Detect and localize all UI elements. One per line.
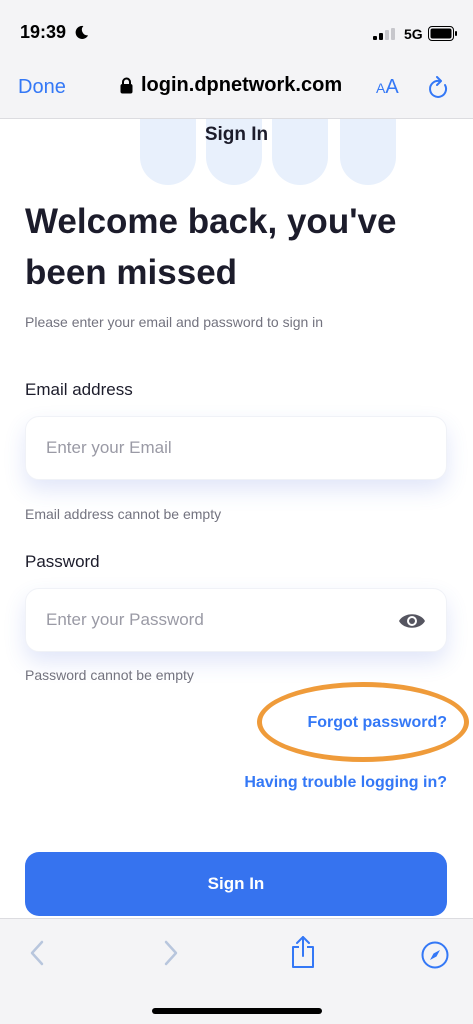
- reload-icon[interactable]: [428, 76, 450, 100]
- email-field[interactable]: [26, 417, 446, 479]
- sign-in-button[interactable]: Sign In: [25, 852, 447, 916]
- status-time: 19:39: [20, 22, 67, 42]
- network-label: 5G: [404, 26, 423, 42]
- forgot-password-link[interactable]: Forgot password?: [307, 714, 447, 732]
- eye-icon[interactable]: [398, 611, 426, 631]
- password-field[interactable]: [26, 589, 446, 651]
- url-bar[interactable]: login.dpnetwork.com: [120, 74, 342, 97]
- email-field-wrapper: [25, 416, 447, 480]
- trouble-logging-in-link[interactable]: Having trouble logging in?: [244, 774, 447, 792]
- moon-icon: [75, 25, 89, 39]
- password-label: Password: [25, 552, 100, 571]
- lock-icon: [120, 77, 133, 94]
- text-size-small-label: A: [376, 80, 386, 96]
- compass-icon[interactable]: [421, 941, 449, 969]
- status-bar: 19:39 5G: [0, 0, 473, 62]
- text-size-large-label: A: [385, 76, 399, 98]
- battery-icon: [428, 26, 457, 41]
- home-indicator: [152, 1008, 322, 1014]
- password-field-wrapper: [25, 588, 447, 652]
- email-label: Email address: [25, 380, 133, 399]
- signal-icon: [373, 28, 395, 40]
- share-icon[interactable]: [290, 935, 316, 969]
- back-icon[interactable]: [28, 939, 46, 967]
- page-header: Sign In: [204, 124, 269, 145]
- forward-icon[interactable]: [162, 939, 180, 967]
- text-size-button[interactable]: AA: [376, 76, 399, 99]
- done-button[interactable]: Done: [18, 76, 66, 99]
- url-text: login.dpnetwork.com: [141, 74, 343, 96]
- email-error: Email address cannot be empty: [25, 506, 222, 522]
- password-error: Password cannot be empty: [25, 667, 194, 683]
- welcome-title: Welcome back, you've been missed: [25, 202, 397, 292]
- subtitle: Please enter your email and password to …: [25, 314, 324, 330]
- browser-toolbar: Done login.dpnetwork.com AA: [0, 62, 473, 119]
